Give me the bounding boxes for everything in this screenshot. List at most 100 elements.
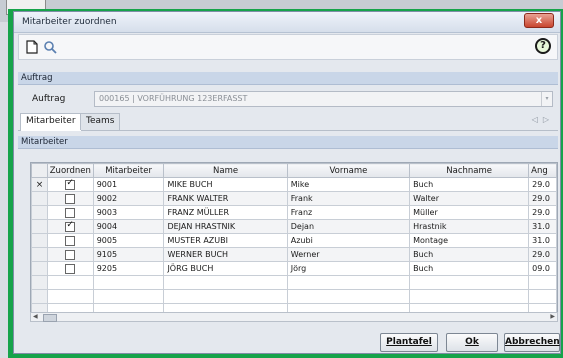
- cell-nachname: Buch: [409, 261, 530, 276]
- cell-name: JÖRG BUCH: [163, 261, 288, 276]
- cell-vorname: Franz: [286, 205, 411, 220]
- cell-name: WERNER BUCH: [163, 247, 288, 262]
- cell-nachname: Hrastnik: [409, 219, 530, 234]
- auftrag-field[interactable]: 000165 | VORFÜHRUNG 123ERFASST ▾: [94, 91, 553, 107]
- col-header-zuordnen[interactable]: Zuordnen: [46, 163, 94, 178]
- zuordnen-cell: [46, 205, 94, 220]
- cell-name: DEJAN HRASTNIK: [163, 219, 288, 234]
- cell-nachname: Walter: [409, 191, 530, 206]
- zuordnen-cell: [46, 177, 94, 192]
- row-marker: [31, 219, 48, 234]
- zuordnen-checkbox[interactable]: [65, 193, 76, 204]
- cell-name: MUSTER AZUBI: [163, 233, 288, 248]
- row-marker: [31, 205, 48, 220]
- table-header-row: Zuordnen Mitarbeiter Name Vorname Nachna…: [31, 163, 557, 178]
- tab-mitarbeiter[interactable]: Mitarbeiter: [20, 113, 82, 131]
- toolbar: ?: [18, 34, 558, 60]
- plantafel-button[interactable]: Plantafel: [380, 333, 438, 352]
- empty-cell: [286, 289, 411, 304]
- zuordnen-checkbox[interactable]: [65, 179, 76, 190]
- ok-button[interactable]: Ok: [446, 333, 498, 352]
- cell-vorname: Werner: [286, 247, 411, 262]
- empty-cell: [31, 289, 48, 304]
- empty-cell: [163, 289, 288, 304]
- cell-ang: 29.0: [528, 177, 557, 192]
- row-indicator-header: [31, 163, 48, 178]
- close-icon: x: [535, 15, 543, 26]
- zuordnen-cell: [46, 247, 94, 262]
- cell-nachname: Müller: [409, 205, 530, 220]
- cell-mitarbeiter: 9002: [92, 191, 165, 206]
- cell-name: MIKE BUCH: [163, 177, 288, 192]
- tab-next-icon[interactable]: ▷: [543, 115, 554, 124]
- zuordnen-checkbox[interactable]: [65, 249, 76, 260]
- title-bar[interactable]: Mitarbeiter zuordnen x: [14, 12, 560, 33]
- search-icon[interactable]: [43, 40, 57, 54]
- col-header-mitarbeiter[interactable]: Mitarbeiter: [92, 163, 165, 178]
- cell-ang: 29.0: [528, 191, 557, 206]
- zuordnen-checkbox[interactable]: [65, 207, 76, 218]
- empty-cell: [409, 275, 530, 290]
- cell-name: FRANK WALTER: [163, 191, 288, 206]
- cell-vorname: Frank: [286, 191, 411, 206]
- table-row[interactable]: 9003 FRANZ MÜLLER Franz Müller 29.0: [31, 205, 557, 220]
- table-row[interactable]: 9004DEJAN HRASTNIKDejanHrastnik31.0: [31, 219, 557, 234]
- table-row[interactable]: 9205 JÖRG BUCH Jörg Buch 09.0: [31, 261, 557, 276]
- zuordnen-cell: [46, 191, 94, 206]
- tab-teams[interactable]: Teams: [80, 113, 121, 130]
- empty-cell: [163, 275, 288, 290]
- window-title: Mitarbeiter zuordnen: [22, 17, 117, 27]
- zuordnen-checkbox[interactable]: [65, 263, 76, 274]
- auftrag-field-row: Auftrag 000165 | VORFÜHRUNG 123ERFASST ▾: [18, 89, 558, 111]
- cell-nachname: Buch: [409, 247, 530, 262]
- zuordnen-checkbox[interactable]: [65, 235, 76, 246]
- col-header-name[interactable]: Name: [163, 163, 288, 178]
- col-header-vorname[interactable]: Vorname: [286, 163, 411, 178]
- row-marker: [31, 261, 48, 276]
- new-document-icon[interactable]: [25, 40, 39, 54]
- cell-vorname: Jörg: [286, 261, 411, 276]
- empty-row: [31, 275, 557, 290]
- cell-mitarbeiter: 9105: [92, 247, 165, 262]
- cell-mitarbeiter: 9001: [92, 177, 165, 192]
- close-button[interactable]: x: [524, 13, 554, 28]
- col-header-ang[interactable]: Ang: [528, 163, 557, 178]
- tab-scroll-arrows[interactable]: ◁▷: [532, 115, 554, 124]
- empty-cell: [46, 275, 94, 290]
- row-marker: [31, 191, 48, 206]
- cell-mitarbeiter: 9005: [92, 233, 165, 248]
- zuordnen-cell: [46, 261, 94, 276]
- dropdown-icon[interactable]: ▾: [541, 92, 552, 106]
- col-header-nachname[interactable]: Nachname: [409, 163, 530, 178]
- tab-bar: Mitarbeiter Teams ◁▷: [18, 112, 558, 131]
- cell-ang: 29.0: [528, 247, 557, 262]
- row-marker: [31, 233, 48, 248]
- empty-cell: [528, 289, 557, 304]
- auftrag-value: 000165 | VORFÜHRUNG 123ERFASST: [99, 94, 248, 103]
- empty-cell: [46, 289, 94, 304]
- empty-cell: [286, 275, 411, 290]
- table-row[interactable]: 9002 FRANK WALTER Frank Walter 29.0: [31, 191, 557, 206]
- abbrechen-button[interactable]: Abbrechen: [504, 333, 560, 352]
- scrollbar-thumb[interactable]: [43, 314, 57, 322]
- horizontal-scrollbar[interactable]: ◀ ▶: [30, 312, 558, 322]
- table-row[interactable]: 9005 MUSTER AZUBI Azubi Montage 31.0: [31, 233, 557, 248]
- cell-vorname: Dejan: [286, 219, 411, 234]
- empty-cell: [92, 275, 165, 290]
- scroll-right-icon[interactable]: ▶: [550, 313, 555, 320]
- tab-prev-icon[interactable]: ◁: [532, 115, 543, 124]
- cell-ang: 29.0: [528, 205, 557, 220]
- zuordnen-cell: [46, 233, 94, 248]
- help-icon[interactable]: ?: [535, 38, 551, 54]
- cell-mitarbeiter: 9205: [92, 261, 165, 276]
- cell-name: FRANZ MÜLLER: [163, 205, 288, 220]
- button-bar: Plantafel Ok Abbrechen: [18, 322, 560, 352]
- table-row[interactable]: × 9001MIKE BUCHMikeBuch29.0: [31, 177, 557, 192]
- cell-vorname: Mike: [286, 177, 411, 192]
- scroll-left-icon[interactable]: ◀: [33, 313, 38, 320]
- auftrag-section-header: Auftrag: [18, 72, 558, 85]
- table-row[interactable]: 9105 WERNER BUCH Werner Buch 29.0: [31, 247, 557, 262]
- zuordnen-checkbox[interactable]: [65, 221, 76, 232]
- cell-vorname: Azubi: [286, 233, 411, 248]
- cell-mitarbeiter: 9003: [92, 205, 165, 220]
